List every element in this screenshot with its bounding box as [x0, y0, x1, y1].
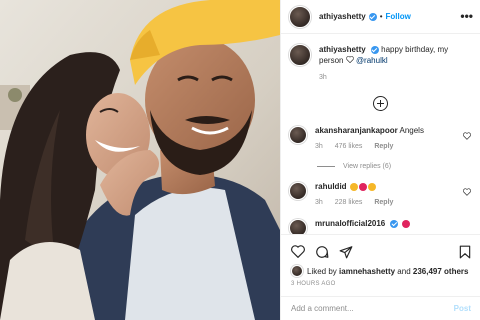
reply-button[interactable]: Reply — [374, 199, 393, 206]
post-caption: athiyashetty happy birthday, my person @… — [289, 44, 473, 83]
liked-by-and: and — [397, 266, 411, 276]
red-heart-emoji-icon — [358, 182, 367, 191]
like-comment-heart-icon[interactable] — [463, 188, 471, 196]
comment-time: 3h — [315, 143, 323, 150]
verified-badge-icon — [370, 45, 379, 54]
add-comment-input[interactable] — [291, 304, 454, 313]
commenter-avatar[interactable] — [289, 182, 307, 200]
author-avatar[interactable] — [289, 5, 311, 28]
add-comment-bar: Post — [281, 296, 480, 320]
comment-bubble-icon[interactable] — [315, 245, 329, 259]
share-paper-plane-icon[interactable] — [339, 245, 353, 259]
liked-by-username[interactable]: iamnehashetty — [339, 267, 395, 276]
like-comment-heart-icon[interactable] — [463, 132, 471, 140]
load-more-comments-icon[interactable] — [373, 96, 388, 111]
more-options-icon[interactable]: ••• — [460, 9, 473, 23]
post-comment-button[interactable]: Post — [454, 304, 471, 313]
separator-dot: • — [379, 12, 383, 21]
comment-time: 3h — [315, 199, 323, 206]
comment-likes[interactable]: 228 likes — [335, 199, 363, 206]
post-photo[interactable] — [0, 0, 280, 320]
smiling-face-emoji-icon — [367, 182, 376, 191]
like-heart-icon[interactable] — [291, 245, 305, 258]
post-time-ago[interactable]: 3 HOURS AGO — [291, 281, 336, 287]
comment-item: rahuldid 3h 228 likes Reply — [289, 182, 473, 208]
follow-button[interactable]: Follow — [386, 12, 411, 21]
liked-by-summary: Liked by iamnehashetty and 236,497 other… — [291, 265, 468, 277]
caption-avatar[interactable] — [289, 44, 311, 66]
red-heart-emoji-icon — [401, 219, 410, 228]
liker-avatar[interactable] — [291, 265, 303, 277]
post-header: athiyashetty • Follow ••• — [281, 0, 480, 34]
comment-item: akansharanjankapoor Angels 3h 476 likes … — [289, 126, 473, 152]
caption-time: 3h — [319, 74, 327, 81]
smiling-face-emoji-icon — [349, 182, 358, 191]
verified-badge-icon — [368, 12, 377, 21]
reply-button[interactable]: Reply — [374, 143, 393, 150]
commenter-username[interactable]: mrunalofficial2016 — [315, 219, 385, 228]
commenter-username[interactable]: akansharanjankapoor — [315, 126, 398, 135]
comment-likes[interactable]: 476 likes — [335, 143, 363, 150]
post-details-panel: athiyashetty • Follow ••• athiyashetty h… — [280, 0, 480, 320]
view-replies-button[interactable]: View replies (6) — [317, 163, 391, 170]
liked-by-prefix: Liked by — [307, 266, 337, 276]
comment-text: Angels — [399, 126, 424, 135]
save-bookmark-icon[interactable] — [459, 245, 471, 259]
likes-count-link[interactable]: 236,497 others — [413, 267, 469, 276]
commenter-avatar[interactable] — [289, 126, 307, 144]
caption-mention-link[interactable]: @rahulkl — [356, 56, 388, 65]
commenter-username[interactable]: rahuldid — [315, 182, 347, 191]
white-heart-emoji-icon — [345, 56, 354, 63]
author-username[interactable]: athiyashetty — [319, 12, 366, 21]
caption-username[interactable]: athiyashetty — [319, 45, 366, 54]
verified-badge-icon — [390, 219, 399, 228]
couple-photo-image — [0, 0, 280, 320]
